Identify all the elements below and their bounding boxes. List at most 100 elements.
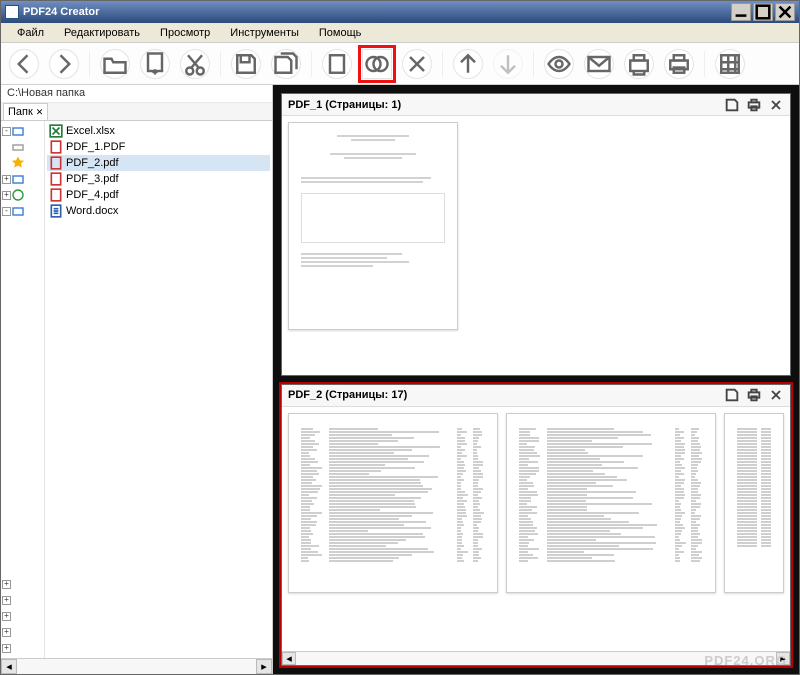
document-title: PDF_1 (Страницы: 1) (288, 99, 724, 111)
page-thumbnail[interactable] (724, 413, 784, 593)
file-label: Word.docx (66, 205, 118, 217)
merge-button[interactable] (362, 49, 392, 79)
file-label: PDF_3.pdf (66, 173, 119, 185)
file-item[interactable]: Excel.xlsx (47, 123, 270, 139)
preview-button[interactable] (544, 49, 574, 79)
document-controls (724, 387, 784, 403)
folder-icon (12, 205, 24, 217)
close-button[interactable] (775, 3, 795, 21)
file-label: PDF_4.pdf (66, 189, 119, 201)
doc-close-icon[interactable] (768, 387, 784, 403)
app-icon (5, 5, 19, 19)
scroll-left-icon[interactable]: ◂ (282, 652, 296, 665)
expand-icon[interactable]: + (2, 596, 11, 605)
back-button[interactable] (9, 49, 39, 79)
open-button[interactable] (100, 49, 130, 79)
save-all-button[interactable] (271, 49, 301, 79)
file-item[interactable]: PDF_3.pdf (47, 171, 270, 187)
tree-node[interactable]: + (2, 608, 43, 624)
toolbar-separator (533, 51, 534, 77)
expand-icon[interactable]: + (2, 191, 11, 200)
tree-node[interactable]: + (2, 576, 43, 592)
page-thumbnail[interactable] (506, 413, 716, 593)
tree-node[interactable] (2, 155, 43, 171)
file-item[interactable]: PDF_1.PDF (47, 139, 270, 155)
pdf-icon (49, 156, 63, 170)
add-page-button[interactable] (140, 49, 170, 79)
file-label: Excel.xlsx (66, 125, 115, 137)
app-window: PDF24 Creator Файл Редактировать Просмот… (0, 0, 800, 675)
expand-icon[interactable]: - (2, 207, 11, 216)
tree-node[interactable]: + (2, 187, 43, 203)
doc-save-icon[interactable] (724, 97, 740, 113)
pdf-icon (49, 188, 63, 202)
tree-node[interactable]: + (2, 171, 43, 187)
sidebar: C:\Новая папка Папк ✕ - + + - + + (1, 85, 273, 674)
doc-close-icon[interactable] (768, 97, 784, 113)
document-panel[interactable]: PDF_1 (Страницы: 1) (281, 93, 791, 376)
sidebar-tab[interactable]: Папк ✕ (3, 103, 48, 120)
tree-node[interactable]: - (2, 203, 43, 219)
expand-icon[interactable]: + (2, 580, 11, 589)
save-button[interactable] (231, 49, 261, 79)
menubar: Файл Редактировать Просмотр Инструменты … (1, 23, 799, 43)
folder-icon (12, 173, 24, 185)
menu-tools[interactable]: Инструменты (220, 25, 309, 41)
scroll-left-icon[interactable]: ◂ (1, 659, 17, 674)
expand-icon[interactable]: + (2, 175, 11, 184)
file-item[interactable]: PDF_2.pdf (47, 155, 270, 171)
scroll-right-icon[interactable]: ▸ (256, 659, 272, 674)
doc-print-icon[interactable] (746, 387, 762, 403)
sidebar-split: - + + - + + + + + Excel.xlsx PDF_1.PDF (1, 121, 272, 658)
folder-tree: - + + - + + + + + (1, 121, 45, 658)
fax-button[interactable] (624, 49, 654, 79)
file-list: Excel.xlsx PDF_1.PDF PDF_2.pdf PDF_3.pdf… (45, 121, 272, 658)
expand-icon[interactable]: + (2, 628, 11, 637)
document-panel[interactable]: PDF_2 (Страницы: 17) (281, 384, 791, 667)
move-up-button[interactable] (453, 49, 483, 79)
cut-button[interactable] (180, 49, 210, 79)
mail-button[interactable] (584, 49, 614, 79)
tree-node[interactable]: + (2, 640, 43, 656)
move-down-button[interactable] (493, 49, 523, 79)
file-label: PDF_1.PDF (66, 141, 125, 153)
scroll-track[interactable] (17, 659, 256, 674)
expand-icon[interactable]: + (2, 612, 11, 621)
sidebar-scrollbar[interactable]: ◂ ▸ (1, 658, 272, 674)
titlebar: PDF24 Creator (1, 1, 799, 23)
blank-page-button[interactable] (322, 49, 352, 79)
forward-button[interactable] (49, 49, 79, 79)
doc-print-icon[interactable] (746, 97, 762, 113)
tree-node[interactable]: - (2, 123, 43, 139)
content-area: C:\Новая папка Папк ✕ - + + - + + (1, 85, 799, 674)
document-header: PDF_1 (Страницы: 1) (282, 94, 790, 116)
page-thumbnail[interactable] (288, 122, 458, 330)
tools-button[interactable] (715, 49, 745, 79)
xls-icon (49, 124, 63, 138)
minimize-button[interactable] (731, 3, 751, 21)
tree-node[interactable] (2, 139, 43, 155)
menu-file[interactable]: Файл (7, 25, 54, 41)
menu-help[interactable]: Помощь (309, 25, 372, 41)
window-title: PDF24 Creator (23, 6, 729, 18)
menu-view[interactable]: Просмотр (150, 25, 220, 41)
tree-node[interactable]: + (2, 592, 43, 608)
doc-save-icon[interactable] (724, 387, 740, 403)
sidebar-tab-label: Папк (8, 106, 33, 118)
folder-icon (12, 125, 24, 137)
maximize-button[interactable] (753, 3, 773, 21)
pdf-icon (49, 172, 63, 186)
preview-area: PDF_1 (Страницы: 1) (273, 85, 799, 674)
path-display: C:\Новая папка (1, 85, 272, 103)
file-item[interactable]: PDF_4.pdf (47, 187, 270, 203)
menu-edit[interactable]: Редактировать (54, 25, 150, 41)
file-item[interactable]: Word.docx (47, 203, 270, 219)
page-thumbnail[interactable] (288, 413, 498, 593)
delete-button[interactable] (402, 49, 432, 79)
close-tab-icon[interactable]: ✕ (36, 107, 44, 118)
expand-icon[interactable]: + (2, 644, 11, 653)
tree-node[interactable]: + (2, 624, 43, 640)
expand-icon[interactable]: - (2, 127, 11, 136)
watermark: PDF24.ORG (704, 653, 787, 668)
print-button[interactable] (664, 49, 694, 79)
